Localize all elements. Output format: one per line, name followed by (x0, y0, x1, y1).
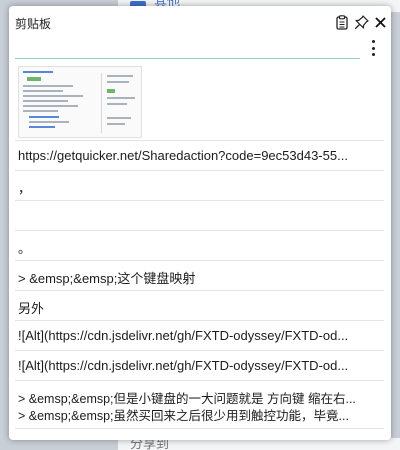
search-input[interactable] (15, 40, 360, 59)
more-dot (371, 53, 375, 56)
clipboard-item-text: ， (18, 181, 32, 196)
image-thumbnail (18, 66, 142, 138)
panel-title: 剪贴板 (15, 17, 52, 31)
clipboard-button[interactable] (334, 14, 350, 30)
pin-icon (354, 14, 369, 29)
panel-titlebar[interactable]: 剪贴板 (9, 6, 391, 40)
clipboard-item-text: 另外 (18, 301, 45, 316)
clipboard-item-text: > &emsp;&emsp;这个键盘映射 (18, 271, 196, 286)
clipboard-item[interactable]: ， (15, 171, 384, 201)
clipboard-item[interactable]: 另外 (15, 291, 384, 321)
clipboard-item-text: https://getquicker.net/Sharedaction?code… (18, 148, 348, 163)
clipboard-item[interactable]: ![Alt](https://cdn.jsdelivr.net/gh/FXTD-… (15, 351, 384, 381)
more-dot (371, 46, 375, 50)
clipboard-item[interactable]: > &emsp;&emsp;但是小键盘的一大问题就是 方向键 缩在右... > … (15, 381, 384, 429)
clipboard-item[interactable]: ![Alt](https://cdn.jsdelivr.net/gh/FXTD-… (15, 321, 384, 351)
clipboard-icon (336, 14, 348, 30)
pin-button[interactable] (353, 14, 369, 30)
search-field[interactable] (15, 40, 360, 60)
clipboard-item[interactable] (15, 201, 384, 231)
clipboard-item[interactable]: 。 (15, 231, 384, 261)
clipboard-panel: 剪贴板 https://getquicker.net/Sharedaction?… (9, 6, 391, 440)
clipboard-item-text: ![Alt](https://cdn.jsdelivr.net/gh/FXTD-… (18, 328, 349, 343)
clipboard-item-image[interactable] (15, 63, 384, 141)
clipboard-item[interactable]: > &emsp;&emsp;这个键盘映射 (15, 261, 384, 291)
clipboard-item-text: ![Alt](https://cdn.jsdelivr.net/gh/FXTD-… (18, 358, 349, 373)
clipboard-item[interactable]: https://getquicker.net/Sharedaction?code… (15, 141, 384, 171)
clipboard-item-text-line2: > &emsp;&emsp;虽然买回来之后很少用到触控功能，毕竟... (18, 409, 349, 423)
clipboard-item-text: 。 (18, 241, 32, 256)
close-button[interactable] (372, 14, 388, 30)
more-dot (371, 40, 375, 43)
more-vertical-icon[interactable] (365, 39, 381, 57)
clipboard-list: https://getquicker.net/Sharedaction?code… (15, 63, 384, 435)
close-icon (374, 16, 386, 28)
